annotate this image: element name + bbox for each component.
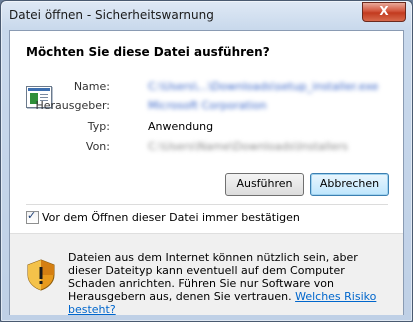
security-shield-icon (27, 259, 55, 291)
from-value: C:\Users\Name\Downloads\Installers (148, 140, 349, 153)
window-title: Datei öffnen - Sicherheitswarnung (9, 8, 214, 22)
always-confirm-label[interactable]: Vor dem Öffnen dieser Datei immer bestät… (42, 211, 300, 224)
publisher-value[interactable]: Microsoft Corporation (148, 99, 267, 112)
warning-message: Dateien aus dem Internet können nützlich… (68, 251, 388, 316)
dialog-client-area: Möchten Sie diese Datei ausführen? Name:… (9, 30, 404, 316)
name-value: C:\Users\...\Downloads\setup_installer.e… (148, 80, 379, 93)
from-label: Von: (85, 140, 110, 153)
cancel-button[interactable]: Abbrechen (310, 173, 389, 196)
name-label: Name: (73, 80, 110, 93)
publisher-label: Herausgeber: (35, 99, 110, 112)
dialog-heading: Möchten Sie diese Datei ausführen? (26, 45, 270, 59)
type-value: Anwendung (148, 120, 214, 133)
always-confirm-checkbox[interactable]: ✓ (26, 209, 39, 224)
checkmark-icon: ✓ (27, 209, 37, 222)
security-warning-dialog: Datei öffnen - Sicherheitswarnung X Möch… (0, 0, 413, 322)
run-button[interactable]: Ausführen (225, 173, 304, 196)
type-label: Typ: (87, 120, 110, 133)
divider (26, 204, 388, 205)
close-button[interactable]: X (362, 2, 406, 22)
title-bar[interactable]: Datei öffnen - Sicherheitswarnung X (1, 1, 412, 29)
